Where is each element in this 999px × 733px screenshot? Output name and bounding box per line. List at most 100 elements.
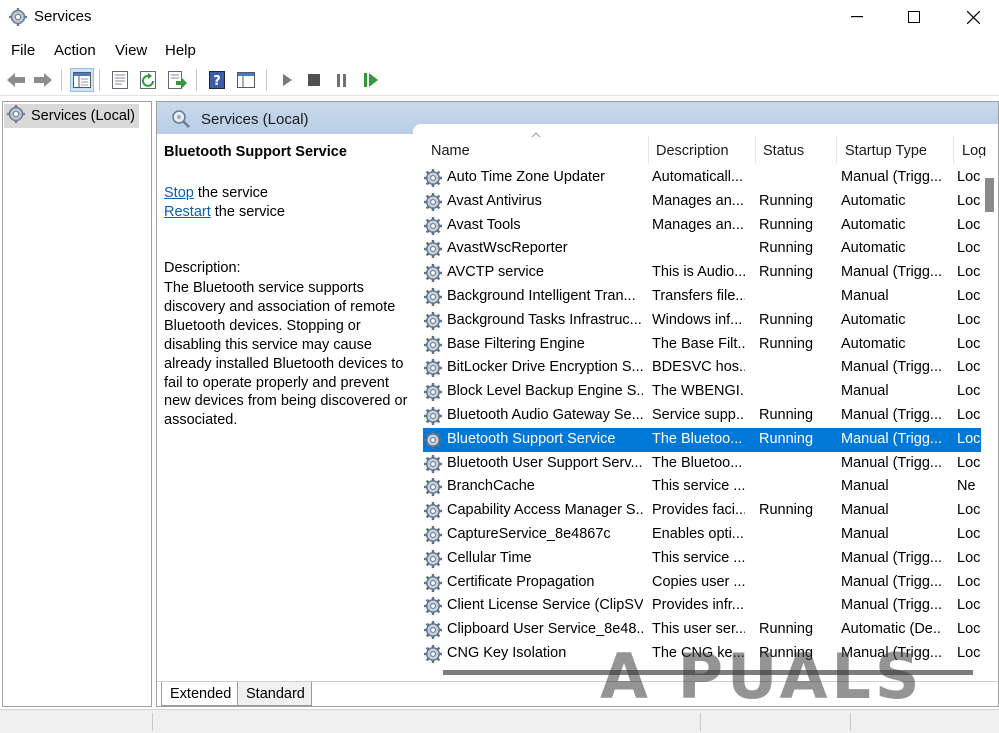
service-log-on-as: Loc [957,192,981,209]
stop-suffix: the service [193,185,268,201]
service-row[interactable]: Capability Access Manager S... Provides f… [423,499,981,523]
column-header-startup-type[interactable]: Startup Type [845,143,927,159]
service-gear-icon [423,454,443,474]
service-startup-type: Manual (Trigg... [841,169,941,185]
service-description: The Bluetoo... [652,454,743,471]
service-row[interactable]: CaptureService_8e4867c Enables opti... Man… [423,523,981,547]
service-description: Provides faci... [652,502,745,519]
service-log-on-as: Loc [957,502,981,519]
service-row[interactable]: Cellular Time This service ... Manual (Tri… [423,547,981,571]
service-description: BDESVC hos... [652,359,745,376]
menu-view[interactable]: View [115,42,147,59]
service-row[interactable]: Base Filtering Engine The Base Filt... Run… [423,333,981,357]
console-view-icon[interactable] [234,68,258,92]
restart-link[interactable]: Restart [164,204,211,220]
tree-item-services-local[interactable]: Services (Local) [4,104,139,128]
main-pane: Services (Local) Bluetooth Support Servi… [156,101,999,707]
service-name: Base Filtering Engine [447,335,585,352]
service-log-on-as: Loc [957,621,981,638]
service-description: Service supp... [652,407,745,423]
service-log-on-as: Loc [957,216,981,233]
service-row[interactable]: BranchCache This service ... Manual Ne [423,475,981,499]
close-button[interactable] [950,0,996,34]
back-arrow-icon[interactable] [4,68,28,92]
column-header-name[interactable]: Name [431,143,470,159]
service-startup-type: Manual [841,478,889,495]
stop-service-icon[interactable] [302,68,326,92]
service-row[interactable]: Certificate Propagation Copies user ... Ma… [423,571,981,595]
service-status: Running [759,216,814,233]
selected-service-title: Bluetooth Support Service [164,144,347,160]
vertical-scrollbar[interactable] [981,156,998,676]
service-description: Enables opti... [652,526,744,542]
service-row[interactable]: Background Tasks Infrastruc... Windows in… [423,309,981,333]
menu-action[interactable]: Action [54,42,96,59]
service-row[interactable]: BitLocker Drive Encryption S... BDESVC ho… [423,356,981,380]
service-gear-icon [423,168,443,188]
service-gear-icon [423,525,443,545]
description-text: The Bluetooth service supports discovery… [164,280,408,429]
service-row[interactable]: Avast Tools Manages an... Running Automatic… [423,214,981,238]
service-startup-type: Automatic [841,240,906,257]
menu-file[interactable]: File [11,42,35,59]
forward-arrow-icon[interactable] [31,68,55,92]
service-startup-type: Manual (Trigg... [841,549,941,566]
tab-extended[interactable]: Extended [161,682,239,706]
service-row[interactable]: Background Intelligent Tran... Transfers … [423,285,981,309]
service-row[interactable]: Block Level Backup Engine S... The WBENGI… [423,380,981,404]
window-title: Services [34,8,92,25]
service-row[interactable]: Bluetooth User Support Serv... The Blueto… [423,452,981,476]
service-log-on-as: Loc [957,335,981,352]
service-status: Running [759,621,814,638]
service-startup-type: Manual (Trigg... [841,264,941,281]
service-name: Block Level Backup Engine S... [447,383,643,400]
service-row[interactable]: Avast Antivirus Manages an... Running Autom… [423,190,981,214]
service-startup-type: Automatic [841,311,906,328]
show-hide-console-tree-icon[interactable] [70,68,94,92]
service-name: Certificate Propagation [447,573,595,590]
restart-service-icon[interactable] [359,68,383,92]
tab-standard[interactable]: Standard [237,682,312,706]
service-status: Running [759,192,814,209]
column-header-status[interactable]: Status [763,143,804,159]
stop-link[interactable]: Stop [164,185,194,201]
service-row[interactable]: Bluetooth Audio Gateway Se... Service sup… [423,404,981,428]
export-list-icon[interactable] [166,68,190,92]
pause-service-icon[interactable] [330,68,354,92]
service-row[interactable]: AvastWscReporter Running Automatic Loc [423,237,981,261]
service-row[interactable]: Auto Time Zone Updater Automaticall... Man… [423,166,981,190]
minimize-button[interactable] [834,0,880,34]
service-log-on-as: Loc [957,526,981,542]
vertical-scroll-thumb[interactable] [985,178,994,212]
service-log-on-as: Loc [957,288,981,304]
menu-help[interactable]: Help [165,42,196,59]
help-icon[interactable]: ? [205,68,229,92]
service-detail-pane: Bluetooth Support Service Stop the servi… [157,134,413,679]
service-gear-icon [423,549,443,569]
properties-sheet-icon[interactable] [108,68,132,92]
service-name: Avast Tools [447,216,521,233]
service-description: The WBENGI... [652,383,745,400]
service-row[interactable]: AVCTP service This is Audio... Running Manu… [423,261,981,285]
service-gear-icon [423,311,443,331]
maximize-button[interactable] [891,0,937,34]
service-gear-icon [423,406,443,426]
service-log-on-as: Loc [957,169,981,185]
column-header-description[interactable]: Description [656,143,729,159]
service-row[interactable]: Bluetooth Support Service The Bluetoo... R… [423,427,981,452]
refresh-icon[interactable] [137,68,161,92]
service-description: Provides infr... [652,597,744,614]
service-row[interactable]: Client License Service (ClipSV... Provide… [423,594,981,618]
service-startup-type: Automatic (De... [841,621,941,638]
service-startup-type: Manual [841,288,889,304]
service-row[interactable]: Clipboard User Service_8e48... This user … [423,618,981,642]
service-description: This user ser... [652,621,745,638]
service-name: Background Intelligent Tran... [447,288,636,304]
service-startup-type: Manual (Trigg... [841,407,941,423]
service-gear-icon [423,644,443,664]
service-status: Running [759,264,814,281]
service-description: Transfers file... [652,288,745,304]
start-service-icon[interactable] [275,68,299,92]
tree-item-label: Services (Local) [31,108,135,124]
service-description: Windows inf... [652,311,743,328]
